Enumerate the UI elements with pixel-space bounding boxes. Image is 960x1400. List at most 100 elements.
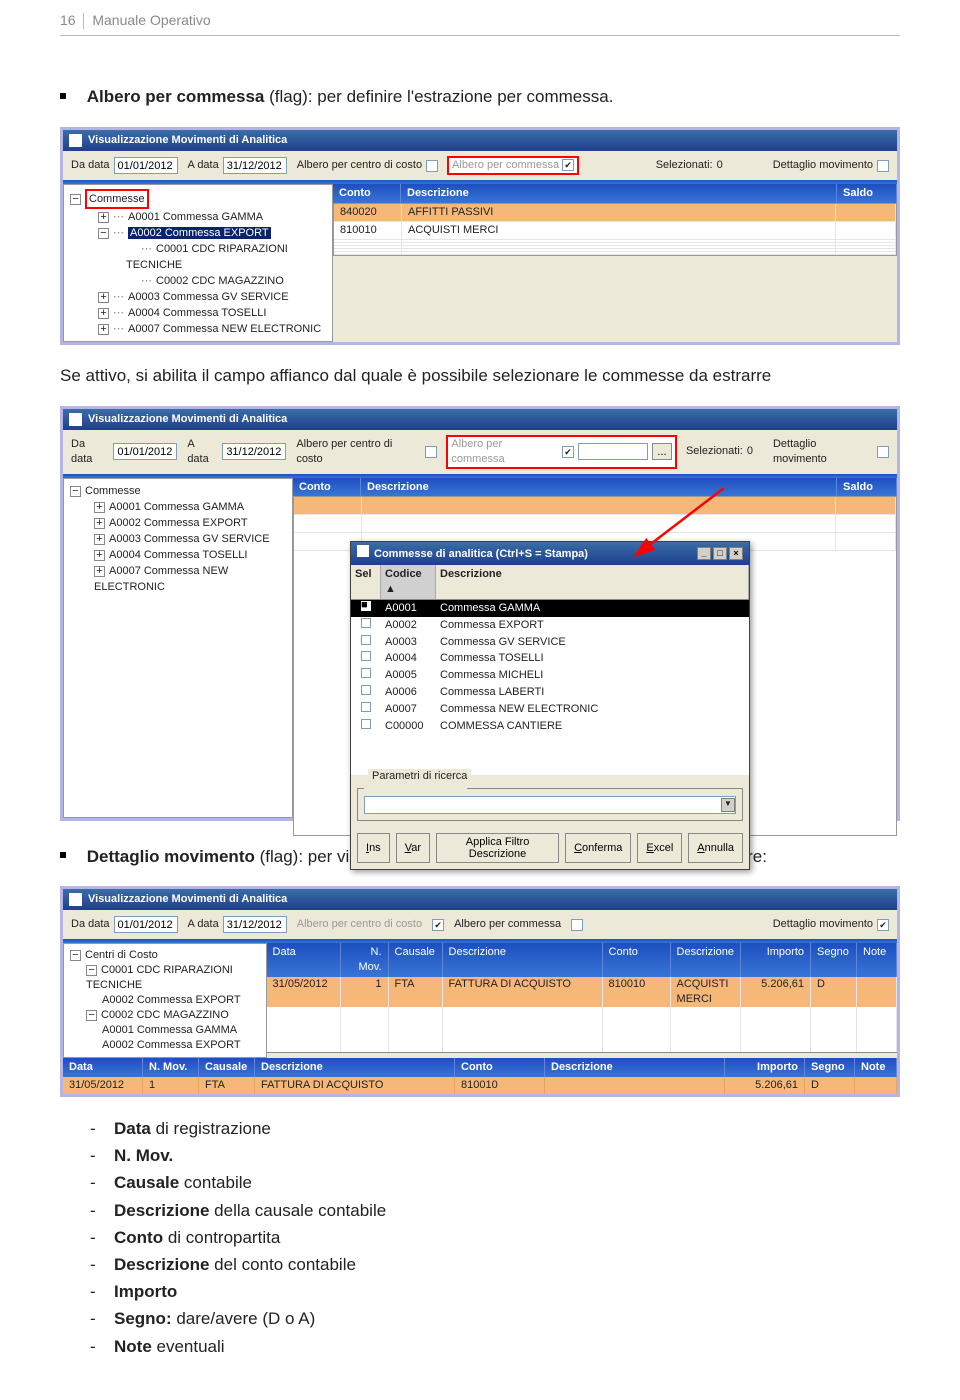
para1-bold: Albero per commessa [87, 87, 265, 106]
app-icon [69, 134, 82, 147]
toolbar: Da data A data Albero per centro di cost… [63, 151, 897, 180]
grid-body: 840020AFFITTI PASSIVI 810010ACQUISTI MER… [333, 203, 897, 256]
tree-leaf[interactable]: A0002 Commessa EXPORT [102, 1039, 241, 1051]
label-albero-commessa: Albero per commessa [452, 159, 559, 171]
detail-header: DataN. Mov.CausaleDescrizioneContoDescri… [63, 1058, 897, 1077]
popup-grid[interactable]: A0001Commessa GAMMA A0002Commessa EXPORT… [351, 600, 749, 775]
checkbox-dettaglio[interactable] [877, 160, 889, 172]
tree-leaf[interactable]: A0001 Commessa GAMMA [102, 1024, 237, 1036]
button-var[interactable]: Var [396, 833, 430, 863]
window-title: Visualizzazione Movimenti di Analitica [63, 130, 897, 151]
movements-grid[interactable]: 31/05/20121FTAFATTURA DI ACQUISTO810010A… [267, 977, 897, 1053]
tree-leaf[interactable]: A0002 Commessa EXPORT [102, 994, 241, 1006]
close-icon[interactable]: × [729, 547, 743, 560]
checkbox-albero-cc[interactable] [426, 160, 438, 172]
fieldset-parametri-ricerca: Parametri di ricerca ▼ [357, 781, 743, 821]
chevron-down-icon[interactable]: ▼ [721, 798, 735, 812]
app-icon [357, 545, 369, 557]
label-adata: A data [188, 157, 287, 174]
tree-leaf[interactable]: C0002 CDC MAGAZZINO [156, 275, 284, 287]
tree-node[interactable]: A0007 Commessa NEW ELECTRONIC [128, 323, 321, 335]
checkbox-dettaglio[interactable] [877, 919, 889, 931]
input-commessa-value[interactable] [578, 443, 648, 460]
sort-asc-icon[interactable]: ▲ [385, 583, 396, 595]
tree-commesse[interactable]: −Commesse +A0001 Commessa GAMMA +A0002 C… [63, 478, 293, 818]
button-annulla[interactable]: Annulla [688, 833, 743, 863]
checkbox-albero-cc[interactable] [425, 446, 437, 458]
tree-node[interactable]: A0001 Commessa GAMMA [128, 211, 263, 223]
checkbox-dettaglio[interactable] [877, 446, 889, 458]
popup-row[interactable]: A0007Commessa NEW ELECTRONIC [351, 701, 749, 718]
popup-row[interactable]: A0001Commessa GAMMA [351, 600, 749, 617]
popup-grid-header: Sel Codice ▲ Descrizione [351, 565, 749, 600]
input-adata[interactable] [223, 916, 287, 933]
button-conferma[interactable]: Conferma [565, 833, 631, 863]
grid-row[interactable]: 31/05/20121FTAFATTURA DI ACQUISTO810010A… [267, 977, 897, 1007]
dialog-title: Commesse di analitica (Ctrl+S = Stampa) [374, 548, 588, 560]
minimize-icon[interactable]: _ [697, 547, 711, 560]
label-albero-cc: Albero per centro di costo [297, 917, 422, 932]
label-dadata: Da data [71, 157, 178, 174]
list-item: Causale contabile [90, 1169, 900, 1196]
input-dadata[interactable] [114, 916, 178, 933]
detail-row[interactable]: 31/05/20121FTAFATTURA DI ACQUISTO8100105… [63, 1077, 897, 1094]
label-dettaglio: Dettaglio movimento [773, 158, 889, 173]
field-list: Data di registrazione N. Mov. Causale co… [90, 1115, 900, 1360]
popup-row[interactable]: A0006Commessa LABERTI [351, 684, 749, 701]
checkbox-albero-cc[interactable] [432, 919, 444, 931]
checkbox-albero-commessa[interactable] [571, 919, 583, 931]
input-dadata[interactable] [113, 443, 177, 460]
fieldset-legend: Parametri di ricerca [368, 769, 471, 784]
popup-row[interactable]: A0004Commessa TOSELLI [351, 650, 749, 667]
list-item: N. Mov. [90, 1142, 900, 1169]
list-item: Data di registrazione [90, 1115, 900, 1142]
grid-header: Conto Descrizione Saldo [333, 184, 897, 203]
button-applica-filtro[interactable]: Applica Filtro Descrizione [436, 833, 559, 863]
label-selezionati: Selezionati: 0 [656, 158, 723, 173]
tree-node[interactable]: C0002 CDC MAGAZZINO [101, 1009, 229, 1021]
grid-row[interactable]: 840020AFFITTI PASSIVI [334, 204, 896, 222]
input-adata[interactable] [222, 443, 286, 460]
window-title-text: Visualizzazione Movimenti di Analitica [88, 412, 287, 427]
tree-node[interactable]: A0007 Commessa NEW ELECTRONIC [94, 565, 228, 593]
page-header: 16 Manuale Operativo [0, 0, 960, 33]
app-icon [69, 893, 82, 906]
tree-centri-costo[interactable]: −Centri di Costo −C0001 CDC RIPARAZIONI … [63, 943, 267, 1058]
tree-node[interactable]: A0004 Commessa TOSELLI [128, 307, 266, 319]
tree-node[interactable]: A0001 Commessa GAMMA [109, 501, 244, 513]
list-item: Importo [90, 1278, 900, 1305]
maximize-icon[interactable]: □ [713, 547, 727, 560]
search-input[interactable] [364, 796, 736, 814]
button-browse-commesse[interactable]: ... [652, 443, 672, 460]
movements-grid-header: DataN. Mov.CausaleDescrizioneContoDescri… [267, 943, 897, 977]
tree-node[interactable]: A0002 Commessa EXPORT [109, 517, 248, 529]
label-dettaglio: Dettaglio movimento [773, 917, 889, 932]
tree-node[interactable]: A0004 Commessa TOSELLI [109, 549, 247, 561]
highlight-albero-commessa-field: Albero per commessa ... [447, 436, 676, 468]
tree-node[interactable]: A0003 Commessa GV SERVICE [128, 291, 289, 303]
col-descrizione: Descrizione [401, 184, 837, 203]
button-ins[interactable]: Ins [357, 833, 390, 863]
popup-row[interactable]: A0005Commessa MICHELI [351, 667, 749, 684]
grid-row[interactable]: 810010ACQUISTI MERCI [334, 222, 896, 240]
popup-row[interactable]: C00000COMMESSA CANTIERE [351, 718, 749, 735]
page-number: 16 [60, 12, 76, 28]
input-adata[interactable] [223, 157, 287, 174]
list-item: Conto di contropartita [90, 1224, 900, 1251]
app-icon [69, 413, 82, 426]
tree-node[interactable]: A0003 Commessa GV SERVICE [109, 533, 270, 545]
list-item: Descrizione del conto contabile [90, 1251, 900, 1278]
para-albero-commessa: Albero per commessa (flag): per definire… [60, 86, 900, 109]
tree-node[interactable]: C0001 CDC RIPARAZIONI TECNICHE [86, 964, 233, 991]
tree-node-selected[interactable]: A0002 Commessa EXPORT [128, 227, 271, 239]
checkbox-albero-commessa[interactable] [562, 446, 574, 458]
popup-row[interactable]: A0003Commessa GV SERVICE [351, 634, 749, 651]
tree-commesse[interactable]: −Commesse +⋯A0001 Commessa GAMMA −⋯A0002… [63, 184, 333, 342]
list-item: Descrizione della causale contabile [90, 1197, 900, 1224]
checkbox-albero-commessa[interactable] [562, 159, 574, 171]
input-dadata[interactable] [114, 157, 178, 174]
dialog-commesse-analitica: Commesse di analitica (Ctrl+S = Stampa) … [350, 541, 750, 869]
button-excel[interactable]: Excel [637, 833, 682, 863]
popup-row[interactable]: A0002Commessa EXPORT [351, 617, 749, 634]
tree-root-commesse[interactable]: Commesse [85, 189, 149, 209]
